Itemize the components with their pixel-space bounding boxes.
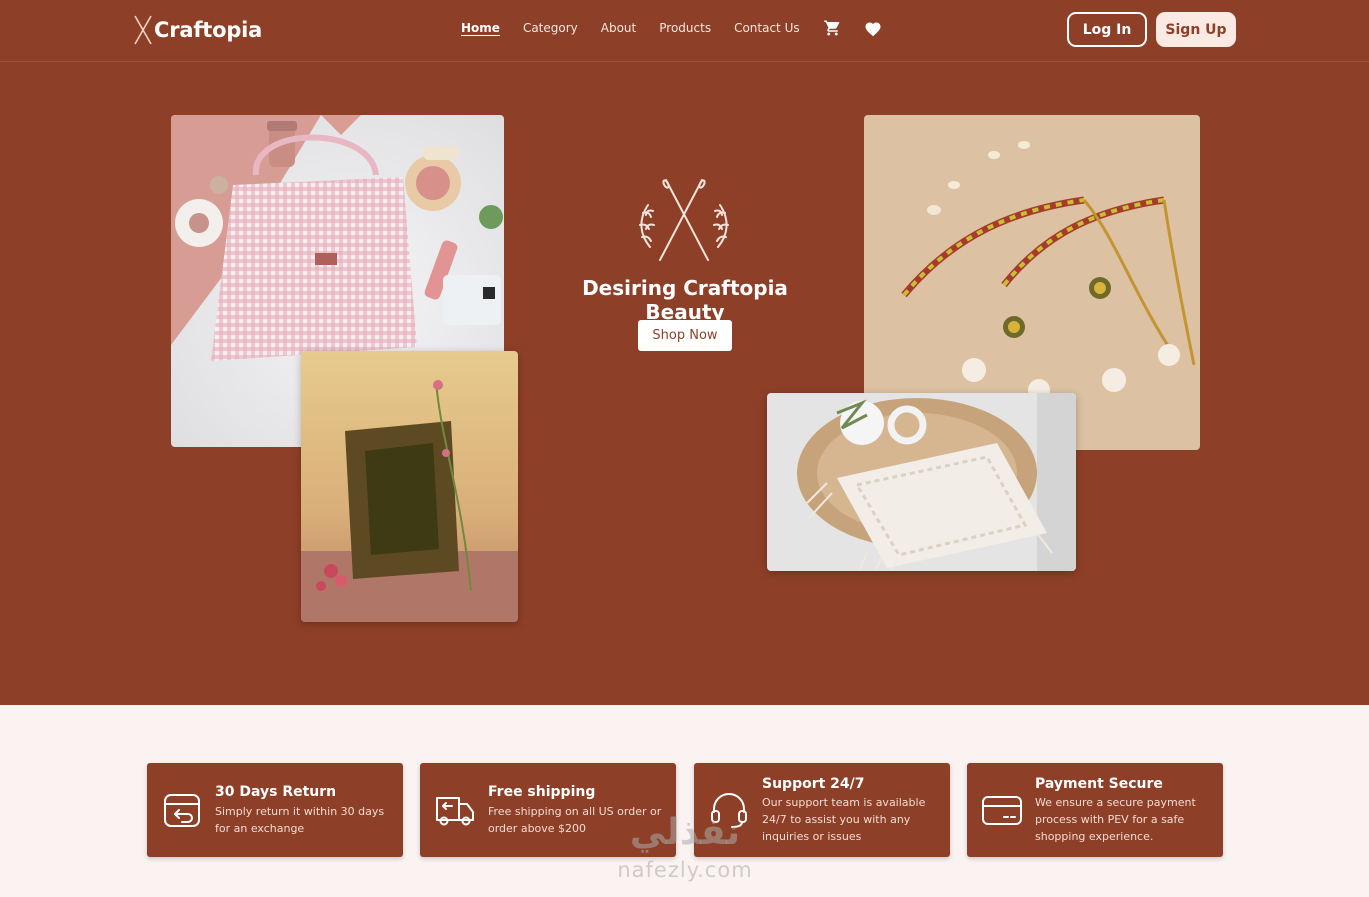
feature-description: Simply return it within 30 days for an e… (215, 805, 385, 835)
hero-section: Craftopia Home Category About Products C… (0, 0, 1369, 705)
hero-tagline: Desiring Craftopia Beauty (582, 276, 788, 324)
credit-card-icon (982, 790, 1022, 830)
feature-card-shipping: Free shipping Free shipping on all US or… (420, 763, 676, 857)
heart-icon[interactable] (864, 20, 882, 37)
feature-card-return: 30 Days Return Simply return it within 3… (147, 763, 403, 857)
brand-name: Craftopia (154, 18, 263, 42)
top-navbar: Craftopia Home Category About Products C… (0, 0, 1369, 62)
watermark-latin: nafezly.com (617, 858, 753, 882)
ornate-frame-photo (301, 351, 518, 622)
feature-description: Free shipping on all US order or order a… (488, 805, 662, 835)
macrame-placemat-photo (767, 393, 1076, 571)
nav-home[interactable]: Home (461, 20, 500, 36)
feature-title: Support 24/7 (762, 776, 865, 792)
crossed-needles-emblem-icon (628, 175, 740, 265)
needles-logo-icon (134, 15, 152, 45)
cart-icon[interactable] (823, 19, 842, 37)
feature-description: Our support team is available 24/7 to as… (762, 796, 926, 843)
nav-contact-us[interactable]: Contact Us (734, 20, 800, 36)
feature-title: Payment Secure (1035, 776, 1163, 792)
nav-about[interactable]: About (601, 20, 636, 36)
login-button[interactable]: Log In (1067, 12, 1147, 47)
shop-now-button[interactable]: Shop Now (638, 320, 732, 351)
feature-card-support: Support 24/7 Our support team is availab… (694, 763, 950, 857)
feature-title: Free shipping (488, 784, 596, 800)
nav-category[interactable]: Category (523, 20, 578, 36)
headset-icon (709, 790, 749, 830)
return-box-icon (162, 790, 202, 830)
delivery-truck-icon (435, 790, 475, 830)
feature-title: 30 Days Return (215, 784, 337, 800)
signup-button[interactable]: Sign Up (1156, 12, 1236, 47)
nav-products[interactable]: Products (659, 20, 711, 36)
logo[interactable]: Craftopia (133, 14, 262, 46)
feature-card-payment: Payment Secure We ensure a secure paymen… (967, 763, 1223, 857)
feature-description: We ensure a secure payment process with … (1035, 796, 1196, 843)
main-menu: Home Category About Products Contact Us (461, 19, 904, 37)
